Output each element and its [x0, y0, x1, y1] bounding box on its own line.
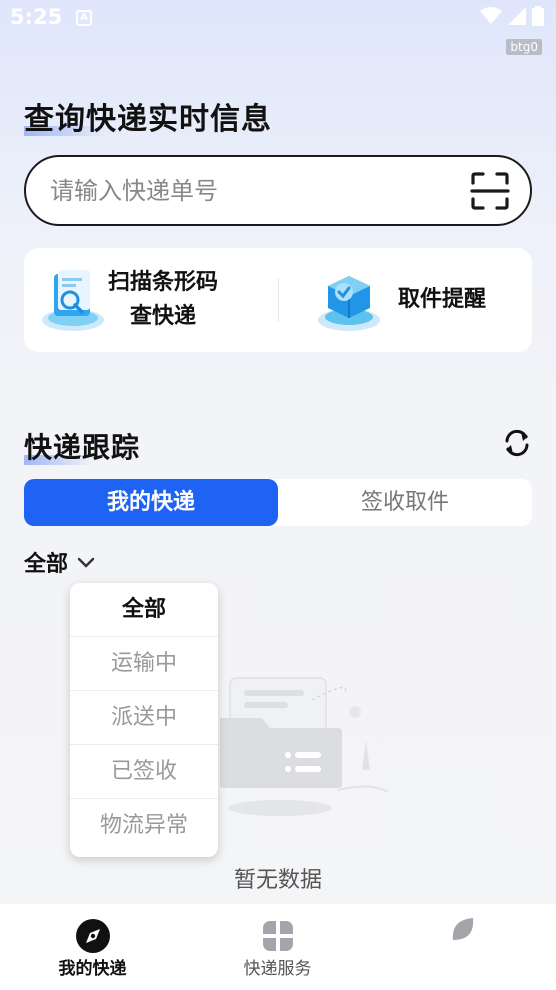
battery-icon — [532, 6, 544, 26]
scan-icon[interactable] — [470, 171, 510, 211]
scan-package-icon — [42, 270, 104, 331]
search-box — [24, 155, 532, 226]
leaf-icon — [452, 918, 474, 940]
filter-option-in-transit[interactable]: 运输中 — [70, 637, 218, 691]
nav-third-tab[interactable] — [370, 904, 555, 990]
nav-express-service-label: 快递服务 — [243, 959, 312, 979]
status-time: 5:25 — [10, 5, 63, 29]
bottom-navigation: 我的快递 快递服务 — [0, 904, 556, 990]
scan-barcode-action[interactable]: 扫描条形码 查快递 — [38, 248, 278, 352]
tracking-title-wrap: 快递跟踪 — [24, 426, 140, 466]
nav-my-packages[interactable]: 我的快递 — [0, 904, 185, 990]
filter-option-all[interactable]: 全部 — [70, 583, 218, 637]
tracking-tabs: 我的快递 签收取件 — [24, 479, 532, 526]
empty-state-text: 暂无数据 — [233, 868, 322, 893]
filter-selected-label: 全部 — [24, 552, 69, 577]
filter-option-delivering[interactable]: 派送中 — [70, 691, 218, 745]
page-title-wrap: 查询快递实时信息 — [24, 94, 272, 138]
pickup-reminder-action[interactable]: 取件提醒 — [314, 248, 524, 352]
notification-icon: A — [76, 10, 92, 26]
compass-icon — [76, 919, 110, 953]
quick-actions-card: 扫描条形码 查快递 取件提醒 — [24, 248, 532, 352]
filter-dropdown-menu: 全部 运输中 派送中 已签收 物流异常 — [70, 583, 218, 857]
page-title: 查询快递实时信息 — [24, 102, 272, 137]
scan-barcode-label-line2: 查快递 — [130, 304, 197, 329]
filter-option-signed[interactable]: 已签收 — [70, 745, 218, 799]
refresh-icon[interactable] — [502, 428, 532, 458]
status-bar: 5:25 A — [0, 0, 556, 38]
nav-my-packages-label: 我的快递 — [58, 959, 127, 979]
wifi-icon — [480, 7, 502, 24]
debug-badge: btg0 — [506, 39, 542, 55]
empty-state-illustration — [220, 677, 389, 816]
signal-icon — [508, 7, 526, 25]
grid-petals-icon — [263, 921, 293, 951]
filter-option-exception[interactable]: 物流异常 — [70, 799, 218, 853]
tracking-section-title: 快递跟踪 — [24, 431, 141, 464]
scan-barcode-label: 扫描条形码 查快递 — [108, 266, 218, 334]
status-icons — [480, 6, 544, 26]
pickup-box-icon — [318, 276, 380, 331]
divider — [278, 278, 279, 322]
chevron-down-icon — [77, 557, 95, 568]
tab-my-packages[interactable]: 我的快递 — [24, 479, 278, 526]
pickup-reminder-label: 取件提醒 — [398, 287, 487, 312]
tracking-number-input[interactable] — [50, 157, 450, 224]
scan-barcode-label-line1: 扫描条形码 — [108, 270, 219, 295]
nav-express-service[interactable]: 快递服务 — [185, 904, 370, 990]
tab-signed-pickup[interactable]: 签收取件 — [278, 479, 532, 526]
status-filter[interactable]: 全部 — [24, 546, 96, 578]
